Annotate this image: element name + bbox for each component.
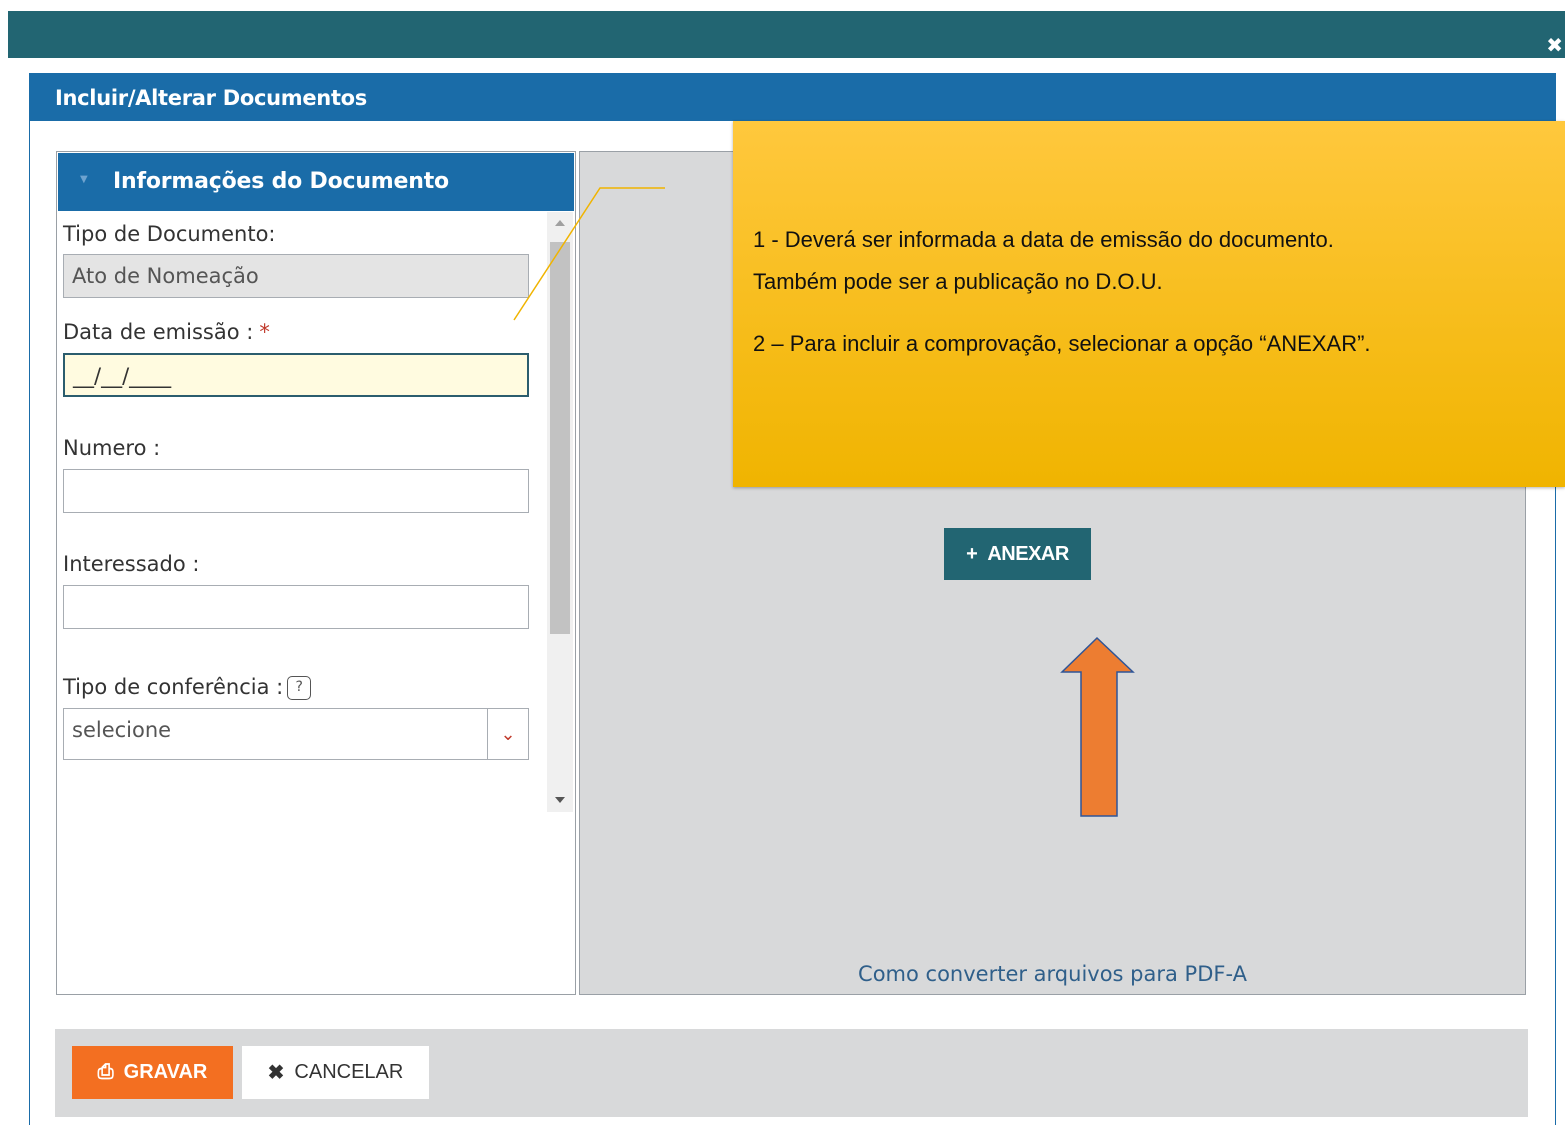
plus-icon: + (966, 542, 978, 565)
form-scrollbar[interactable] (547, 212, 573, 812)
tipo-documento-field: Ato de Nomeação (63, 254, 529, 298)
caret-down-icon[interactable]: ▼ (80, 174, 88, 185)
dialog-title: Incluir/Alterar Documentos (55, 86, 368, 110)
tipo-documento-label: Tipo de Documento: (63, 222, 276, 246)
anexar-button[interactable]: + ANEXAR (944, 528, 1091, 580)
pdf-a-help-link[interactable]: Como converter arquivos para PDF-A (580, 962, 1525, 986)
instruction-callout: 1 - Deverá ser informada a data de emiss… (733, 121, 1565, 487)
form-area: Tipo de Documento: Ato de Nomeação Data … (57, 212, 547, 812)
gravar-button[interactable]: ⎙ GRAVAR (72, 1046, 233, 1099)
scroll-thumb[interactable] (550, 242, 570, 634)
data-emissao-input[interactable]: __/__/____ (63, 353, 529, 397)
scroll-up-icon[interactable] (555, 220, 565, 226)
data-emissao-label: Data de emissão : * (63, 320, 270, 344)
anexar-label: ANEXAR (987, 542, 1069, 565)
required-mark: * (259, 320, 270, 344)
tipo-conferencia-label: Tipo de conferência :? (63, 675, 312, 700)
cancelar-button[interactable]: ✖ CANCELAR (242, 1046, 429, 1099)
window-titlebar: ✖ (8, 11, 1565, 58)
save-icon: ⎙ (97, 1061, 114, 1083)
document-info-panel: ▼ Informações do Documento Tipo de Docum… (56, 151, 576, 995)
close-icon[interactable]: ✖ (1546, 33, 1563, 57)
interessado-label: Interessado : (63, 552, 200, 576)
section-header[interactable]: ▼ Informações do Documento (58, 153, 574, 211)
dialog-footer: ⎙ GRAVAR ✖ CANCELAR (55, 1029, 1528, 1117)
numero-label: Numero : (63, 436, 161, 460)
callout-line-1: 1 - Deverá ser informada a data de emiss… (753, 227, 1334, 252)
tipo-conferencia-select[interactable]: selecione ⌄ (63, 708, 529, 760)
help-icon[interactable]: ? (287, 676, 312, 700)
dialog-header: Incluir/Alterar Documentos (30, 73, 1555, 121)
close-icon: ✖ (267, 1062, 285, 1084)
section-title: Informações do Documento (113, 169, 449, 194)
cancelar-label: CANCELAR (294, 1061, 404, 1083)
gravar-label: GRAVAR (123, 1061, 208, 1083)
scroll-down-icon[interactable] (555, 797, 565, 803)
callout-line-2: Também pode ser a publicação no D.O.U. (753, 269, 1163, 294)
chevron-down-icon[interactable]: ⌄ (487, 709, 528, 759)
tipo-conferencia-value: selecione (72, 718, 172, 742)
numero-input[interactable] (63, 469, 529, 513)
callout-line-3: 2 – Para incluir a comprovação, selecion… (753, 331, 1371, 356)
interessado-input[interactable] (63, 585, 529, 629)
